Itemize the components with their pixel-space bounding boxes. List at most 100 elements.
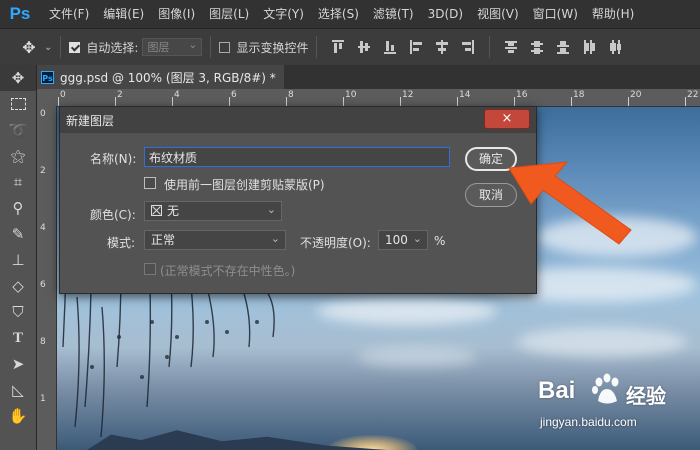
- menu-help[interactable]: 帮助(H): [585, 0, 641, 28]
- auto-select-checkbox[interactable]: [69, 41, 81, 53]
- options-bar: ✥ ⌄ 自动选择: 图层 显示变换控件: [0, 28, 700, 66]
- ruler-tick-label: 4: [174, 90, 180, 100]
- menu-image[interactable]: 图像(I): [151, 0, 202, 28]
- eyedropper-tool-icon[interactable]: ⚲: [0, 195, 36, 221]
- text-tool-icon[interactable]: T: [0, 325, 36, 351]
- tool-preset-chevron-icon[interactable]: ⌄: [44, 42, 52, 53]
- show-transform-label: 显示变换控件: [236, 40, 309, 55]
- chevron-down-icon: ⌄: [270, 232, 280, 245]
- align-top-icon[interactable]: [332, 40, 345, 54]
- align-hcenter-icon[interactable]: [436, 40, 449, 54]
- dialog-title: 新建图层: [66, 114, 115, 128]
- neutral-color-checkbox[interactable]: [144, 263, 156, 275]
- menu-layer[interactable]: 图层(L): [202, 0, 256, 28]
- chevron-down-icon: ⌄: [266, 203, 276, 216]
- chevron-down-icon: ⌄: [412, 232, 422, 245]
- ruler-tick: [172, 97, 173, 106]
- ruler-horizontal[interactable]: 02468101214161820222: [57, 89, 700, 107]
- menu-bar: Ps 文件(F) 编辑(E) 图像(I) 图层(L) 文字(Y) 选择(S) 滤…: [0, 0, 700, 28]
- align-right-icon[interactable]: [462, 40, 475, 54]
- ruler-tick: [343, 97, 344, 106]
- color-select[interactable]: 无 ⌄: [144, 201, 282, 221]
- distribute-hcenter-icon[interactable]: [609, 40, 622, 54]
- move-tool-icon[interactable]: ✥: [0, 65, 36, 91]
- ruler-tick-label: 8: [288, 90, 294, 100]
- auto-select-target-select[interactable]: 图层: [142, 36, 203, 56]
- document-tab-bar: Ps ggg.psd @ 100% (图层 3, RGB/8#) *: [37, 65, 700, 89]
- color-label: 颜色(C):: [90, 208, 136, 222]
- ruler-tick-label: 22: [687, 90, 699, 100]
- menu-select[interactable]: 选择(S): [311, 0, 366, 28]
- hand-tool-icon[interactable]: ✋: [0, 403, 36, 429]
- ruler-tick: [514, 97, 515, 106]
- ruler-tick: [685, 97, 686, 106]
- ruler-vertical[interactable]: 0 2 4 6 8 1: [37, 106, 57, 450]
- mode-select-value: 正常: [151, 233, 176, 247]
- dialog-titlebar[interactable]: 新建图层 ×: [60, 107, 536, 133]
- ruler-tick: [400, 97, 401, 106]
- ruler-tick-label: 2: [40, 166, 46, 176]
- paint-bucket-tool-icon[interactable]: ⛉: [0, 299, 36, 325]
- menu-file[interactable]: 文件(F): [42, 0, 96, 28]
- clip-mask-checkbox[interactable]: [144, 177, 156, 189]
- ruler-tick-label: 8: [40, 337, 46, 347]
- menu-3d[interactable]: 3D(D): [421, 0, 470, 28]
- cloud: [517, 327, 687, 357]
- no-color-swatch-icon: [151, 205, 162, 216]
- auto-select-label: 自动选择:: [86, 40, 139, 55]
- distribute-top-icon[interactable]: [505, 40, 518, 54]
- opacity-value: 100: [385, 233, 408, 247]
- neutral-color-label: (正常模式不存在中性色。): [160, 264, 296, 278]
- align-left-icon[interactable]: [410, 40, 423, 54]
- ruler-tick: [286, 97, 287, 106]
- marquee-tool-icon[interactable]: [0, 91, 36, 117]
- document-tab-title: ggg.psd @ 100% (图层 3, RGB/8#) *: [60, 70, 276, 85]
- ruler-tick-label: 2: [117, 90, 123, 100]
- stamp-tool-icon[interactable]: ⊥: [0, 247, 36, 273]
- ruler-tick-label: 6: [231, 90, 237, 100]
- shape-tool-icon[interactable]: ◺: [0, 377, 36, 403]
- watermark-brand: Bai: [538, 377, 576, 404]
- distribute-left-icon[interactable]: [583, 40, 596, 54]
- align-bottom-icon[interactable]: [384, 40, 397, 54]
- align-vcenter-icon[interactable]: [358, 40, 371, 54]
- mode-select[interactable]: 正常 ⌄: [144, 230, 286, 250]
- distribute-vcenter-icon[interactable]: [531, 40, 544, 54]
- dialog-close-button[interactable]: ×: [484, 109, 530, 129]
- ruler-tick-label: 20: [630, 90, 642, 100]
- path-selection-tool-icon[interactable]: ➤: [0, 351, 36, 377]
- color-select-value: 无: [167, 204, 180, 218]
- document-tab[interactable]: Ps ggg.psd @ 100% (图层 3, RGB/8#) *: [37, 65, 284, 89]
- show-transform-checkbox[interactable]: [219, 41, 231, 53]
- lasso-tool-icon[interactable]: ➰: [0, 117, 36, 143]
- layer-name-input[interactable]: [144, 147, 450, 167]
- magic-wand-tool-icon[interactable]: ⚝: [0, 143, 36, 169]
- move-tool-icon[interactable]: ✥: [18, 38, 40, 57]
- eraser-tool-icon[interactable]: ◇: [0, 273, 36, 299]
- ruler-tick-label: 6: [40, 280, 46, 290]
- tools-panel: ✥ ➰ ⚝ ⌗ ⚲ ✎ ⊥ ◇ ⛉ T ➤ ◺ ✋: [0, 65, 37, 450]
- menu-type[interactable]: 文字(Y): [256, 0, 311, 28]
- ruler-tick-label: 10: [345, 90, 357, 100]
- crop-tool-icon[interactable]: ⌗: [0, 169, 36, 195]
- ruler-tick: [457, 97, 458, 106]
- name-label: 名称(N):: [90, 152, 137, 166]
- divider: [316, 36, 318, 58]
- distribute-bottom-icon[interactable]: [557, 40, 570, 54]
- brush-tool-icon[interactable]: ✎: [0, 221, 36, 247]
- ruler-tick-label: 18: [573, 90, 585, 100]
- menu-view[interactable]: 视图(V): [470, 0, 526, 28]
- opacity-input[interactable]: 100 ⌄: [378, 230, 428, 250]
- baidu-jingyan-watermark: Bai 经验 jingyan.baidu.com: [538, 373, 698, 437]
- menu-window[interactable]: 窗口(W): [526, 0, 585, 28]
- ruler-corner: [37, 89, 57, 106]
- ruler-tick-label: 14: [459, 90, 471, 100]
- new-layer-dialog: 新建图层 × 名称(N): 使用前一图层创建剪贴蒙版(P) 颜色(C): 无 ⌄…: [59, 106, 537, 294]
- menu-edit[interactable]: 编辑(E): [96, 0, 151, 28]
- ruler-tick: [229, 97, 230, 106]
- psd-file-icon: Ps: [41, 70, 54, 84]
- divider: [60, 36, 62, 58]
- clip-mask-label: 使用前一图层创建剪贴蒙版(P): [164, 178, 325, 192]
- menu-filter[interactable]: 滤镜(T): [366, 0, 421, 28]
- ruler-tick-label: 0: [60, 90, 66, 100]
